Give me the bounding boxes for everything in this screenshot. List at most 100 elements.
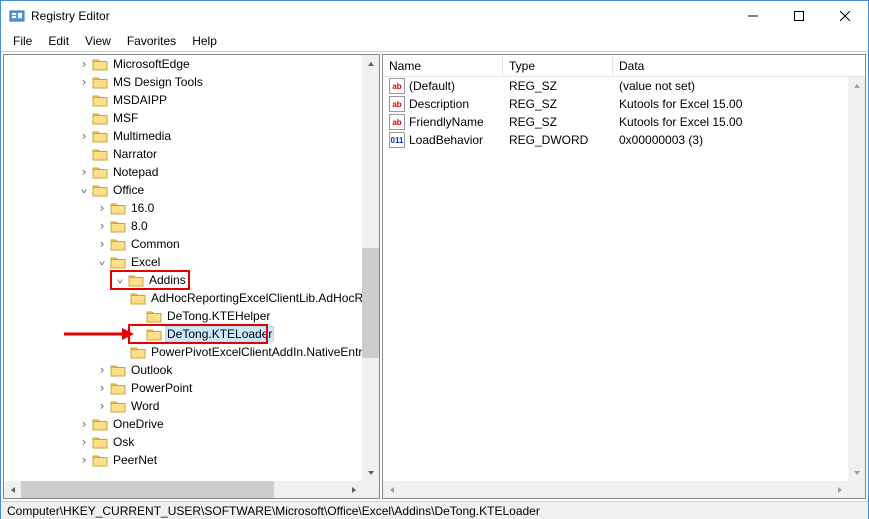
chevron-right-icon[interactable]: › [76,417,92,431]
binary-value-icon: 011 [389,132,405,148]
maximize-button[interactable] [776,1,822,31]
tree-item[interactable]: ⌄ Excel [4,253,362,271]
tree-item[interactable]: › Common [4,235,362,253]
chevron-right-icon[interactable]: › [94,363,110,377]
tree-item-label: Osk [111,435,136,449]
tree-item[interactable]: PowerPivotExcelClientAddIn.NativeEntry.1 [4,343,362,361]
tree-item[interactable]: › Osk [4,433,362,451]
value-data: 0x00000003 (3) [613,133,848,147]
menu-file[interactable]: File [5,32,40,50]
tree-item-label: MSF [111,111,140,125]
chevron-right-icon[interactable]: › [76,57,92,71]
tree-item[interactable]: Narrator [4,145,362,163]
tree-item[interactable]: ›MS Design Tools [4,73,362,91]
list-horizontal-scrollbar[interactable] [383,481,848,498]
folder-icon [110,399,126,413]
column-header-name[interactable]: Name [383,55,503,76]
tree-item-label: OneDrive [111,417,166,431]
tree-item-label: DeTong.KTEHelper [165,309,272,323]
tree-item[interactable]: ›Word [4,397,362,415]
column-header-data[interactable]: Data [613,55,865,76]
tree-vertical-scrollbar[interactable] [362,55,379,481]
close-button[interactable] [822,1,868,31]
folder-icon [110,255,126,269]
tree-item[interactable]: ›MicrosoftEdge [4,55,362,73]
folder-icon [110,381,126,395]
scroll-right-button[interactable] [345,481,362,498]
folder-icon [92,75,108,89]
tree-item-label: Common [129,237,182,251]
tree-item[interactable]: › Outlook [4,361,362,379]
tree-item[interactable]: DeTong.KTEHelper [4,307,362,325]
folder-icon [92,435,108,449]
scroll-up-button[interactable] [848,77,865,94]
chevron-right-icon[interactable]: › [76,453,92,467]
scroll-right-button[interactable] [831,481,848,498]
tree-item-label: Narrator [111,147,159,161]
tree-item-label: DeTong.KTELoader [165,326,274,342]
list-row[interactable]: ab(Default)REG_SZ(value not set) [383,77,848,95]
chevron-right-icon[interactable]: › [76,435,92,449]
folder-icon [130,291,146,305]
chevron-down-icon[interactable]: ⌄ [94,253,110,267]
folder-icon [92,453,108,467]
folder-icon [110,201,126,215]
chevron-right-icon[interactable]: › [94,399,110,413]
chevron-down-icon[interactable]: ⌄ [112,271,128,285]
scroll-left-button[interactable] [383,481,400,498]
chevron-down-icon[interactable]: ⌄ [76,181,92,195]
titlebar: Registry Editor [1,1,868,31]
minimize-button[interactable] [730,1,776,31]
list-row[interactable]: 011LoadBehaviorREG_DWORD0x00000003 (3) [383,131,848,149]
menu-edit[interactable]: Edit [40,32,77,50]
scroll-up-button[interactable] [362,55,379,72]
regedit-icon [9,8,25,24]
list-header: Name Type Data [383,55,865,77]
tree-item-label: Excel [129,255,162,269]
tree-item[interactable]: ›8.0 [4,217,362,235]
tree-item[interactable]: › OneDrive [4,415,362,433]
tree-item[interactable]: MSDAIPP [4,91,362,109]
chevron-right-icon[interactable]: › [76,165,92,179]
tree-item[interactable]: ⌄Office [4,181,362,199]
tree-item-label: Outlook [129,363,174,377]
menu-favorites[interactable]: Favorites [119,32,184,50]
value-name: FriendlyName [409,115,484,129]
scroll-down-button[interactable] [362,464,379,481]
list-row[interactable]: abDescriptionREG_SZKutools for Excel 15.… [383,95,848,113]
folder-icon [110,363,126,377]
chevron-right-icon[interactable]: › [94,381,110,395]
list-row[interactable]: abFriendlyNameREG_SZKutools for Excel 15… [383,113,848,131]
chevron-right-icon[interactable]: › [94,201,110,215]
column-header-type[interactable]: Type [503,55,613,76]
tree-item-label: PeerNet [111,453,159,467]
tree-item[interactable]: ⌄Addins [4,271,362,289]
folder-icon [92,93,108,107]
value-data: Kutools for Excel 15.00 [613,97,848,111]
tree-item-label: MSDAIPP [111,93,169,107]
tree-item[interactable]: MSF [4,109,362,127]
tree-item[interactable]: ›Multimedia [4,127,362,145]
list-vertical-scrollbar[interactable] [848,77,865,481]
menu-view[interactable]: View [77,32,119,50]
tree-item[interactable]: ›16.0 [4,199,362,217]
tree-item[interactable]: › PeerNet [4,451,362,469]
chevron-right-icon[interactable]: › [94,219,110,233]
tree-item[interactable]: AdHocReportingExcelClientLib.AdHocReport… [4,289,362,307]
string-value-icon: ab [389,96,405,112]
scroll-left-button[interactable] [4,481,21,498]
tree-item[interactable]: ›PowerPoint [4,379,362,397]
scroll-down-button[interactable] [848,464,865,481]
folder-icon [92,111,108,125]
folder-icon [130,345,146,359]
value-type: REG_SZ [503,79,613,93]
menu-help[interactable]: Help [184,32,225,50]
chevron-right-icon[interactable]: › [94,237,110,251]
tree-horizontal-scrollbar[interactable] [4,481,362,498]
folder-icon [92,417,108,431]
tree-item[interactable]: DeTong.KTELoader [4,325,362,343]
tree-item-label: AdHocReportingExcelClientLib.AdHocReport… [149,291,362,305]
chevron-right-icon[interactable]: › [76,129,92,143]
chevron-right-icon[interactable]: › [76,75,92,89]
tree-item[interactable]: ›Notepad [4,163,362,181]
